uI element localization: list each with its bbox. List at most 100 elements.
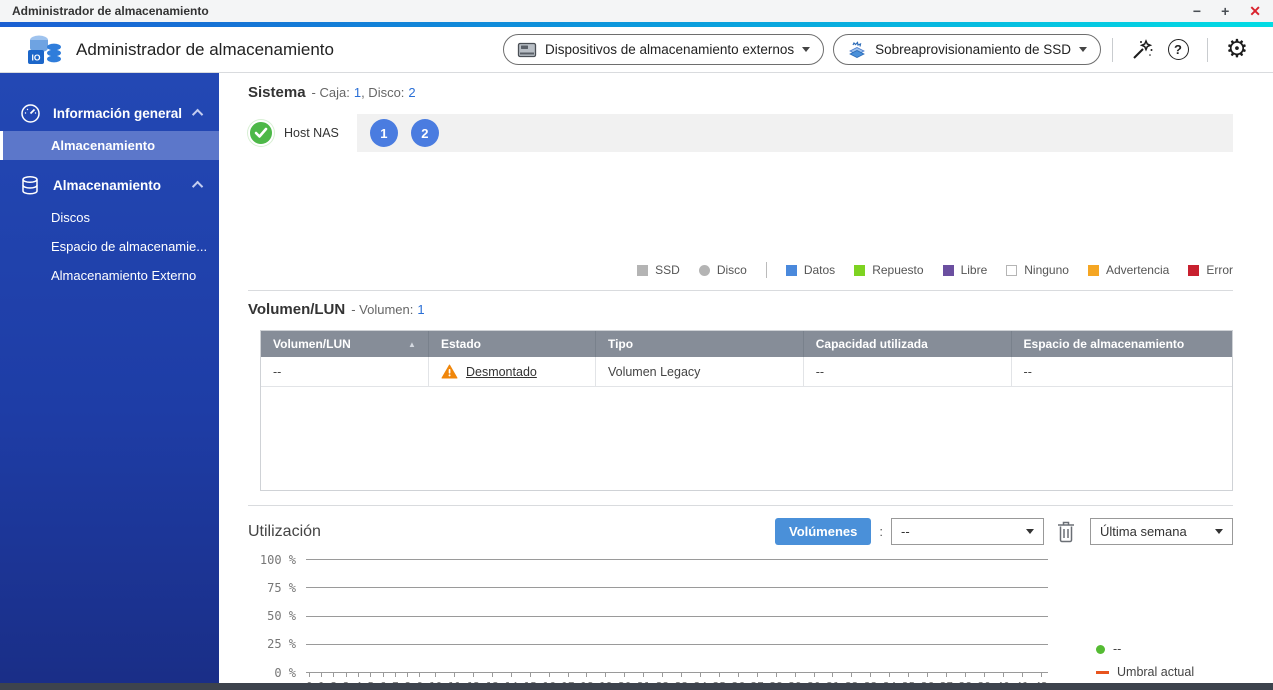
- x-axis-tick: 36: [921, 672, 934, 683]
- chart-legend-series: --: [1096, 642, 1194, 656]
- sidebar-item-label: Discos: [51, 210, 90, 225]
- sidebar-item-almacenamiento-externo[interactable]: Almacenamiento Externo: [0, 261, 219, 290]
- y-axis-tick-label: 25 %: [248, 637, 296, 651]
- sort-ascending-icon: ▲: [408, 340, 416, 349]
- cell-tipo: Volumen Legacy: [596, 357, 804, 386]
- gridline: 75 %: [306, 587, 1048, 588]
- column-header-espacio[interactable]: Espacio de almacenamiento: [1012, 331, 1232, 357]
- host-nas-row: Host NAS 1 2: [248, 114, 1233, 152]
- utilization-header: Utilización Volúmenes : --: [248, 518, 1233, 545]
- table-row[interactable]: -- Desmontado Volumen Legacy -- --: [261, 357, 1232, 387]
- sidebar-item-label: Espacio de almacenamie...: [51, 239, 207, 254]
- error-swatch: [1188, 265, 1199, 276]
- column-header-capacidad[interactable]: Capacidad utilizada: [804, 331, 1012, 357]
- column-header-volumen-lun[interactable]: Volumen/LUN▲: [261, 331, 429, 357]
- system-section-header: Sistema - Caja: 1 , Disco: 2: [248, 84, 1233, 101]
- sidebar-item-almacenamiento[interactable]: Almacenamiento: [0, 131, 219, 160]
- chevron-up-icon: [192, 181, 203, 192]
- legend-item-advertencia: Advertencia: [1088, 263, 1169, 277]
- volume-select[interactable]: --: [891, 518, 1044, 545]
- x-axis-tick: 35: [902, 672, 915, 683]
- header-divider: [1207, 38, 1208, 62]
- close-button[interactable]: ✕: [1249, 4, 1261, 18]
- enclosure-label: - Caja:: [312, 85, 350, 100]
- chart-x-axis: 0123456789101112131415161718192021222324…: [306, 672, 1048, 683]
- app-header: IO Administrador de almacenamiento Dispo…: [0, 27, 1273, 73]
- status-ok-icon: [248, 120, 274, 146]
- volume-table-header: Volumen/LUN▲ Estado Tipo Capacidad utili…: [261, 331, 1232, 357]
- x-axis-tick: 9: [417, 672, 424, 683]
- disk-badge-1[interactable]: 1: [370, 119, 398, 147]
- y-axis-tick-label: 100 %: [248, 553, 296, 567]
- legend-item-libre: Libre: [943, 263, 988, 277]
- minimize-button[interactable]: −: [1193, 4, 1201, 18]
- x-axis-tick: 41: [1016, 672, 1029, 683]
- wizard-wand-button[interactable]: [1128, 36, 1156, 64]
- gridline: 25 %: [306, 644, 1048, 645]
- column-header-estado[interactable]: Estado: [429, 331, 596, 357]
- settings-button[interactable]: ⚙: [1223, 36, 1251, 64]
- x-axis-tick: 18: [580, 672, 593, 683]
- window-bottom-border: [0, 683, 1273, 690]
- x-axis-tick: 25: [713, 672, 726, 683]
- none-swatch: [1006, 265, 1017, 276]
- chart-plot: 100 %75 %50 %25 %0 %: [306, 559, 1048, 672]
- window-title: Administrador de almacenamiento: [12, 4, 209, 18]
- x-axis-tick: 7: [392, 672, 399, 683]
- volume-section-title: Volumen/LUN: [248, 301, 345, 318]
- disk-badge-2[interactable]: 2: [411, 119, 439, 147]
- maximize-button[interactable]: +: [1221, 4, 1229, 18]
- x-axis-tick: 40: [997, 672, 1010, 683]
- utilization-chart: 100 %75 %50 %25 %0 % 0123456789101112131…: [248, 559, 1233, 683]
- volume-table: Volumen/LUN▲ Estado Tipo Capacidad utili…: [260, 330, 1233, 491]
- series-dot-icon: [1096, 645, 1105, 654]
- section-divider: [248, 505, 1233, 506]
- chevron-up-icon: [192, 109, 203, 120]
- chevron-down-icon: [1215, 529, 1223, 534]
- sidebar-group-label: Almacenamiento: [53, 178, 161, 193]
- data-swatch: [786, 265, 797, 276]
- magic-wand-icon: [1129, 37, 1155, 63]
- main-content: Sistema - Caja: 1 , Disco: 2 Host NAS 1 …: [219, 73, 1273, 683]
- legend-item-ssd: SSD: [637, 263, 680, 277]
- x-axis-tick: 2: [331, 672, 338, 683]
- svg-text:IO: IO: [32, 52, 41, 62]
- sidebar-group-label: Información general: [53, 106, 182, 121]
- x-axis-tick: 37: [940, 672, 953, 683]
- legend-item-datos: Datos: [786, 263, 835, 277]
- x-axis-tick: 3: [343, 672, 350, 683]
- estado-link[interactable]: Desmontado: [466, 365, 537, 379]
- help-button[interactable]: ?: [1164, 36, 1192, 64]
- sidebar-group-overview[interactable]: Información general: [0, 95, 219, 131]
- x-axis-tick: 24: [694, 672, 707, 683]
- x-axis-tick: 27: [751, 672, 764, 683]
- sidebar-group-storage[interactable]: Almacenamiento: [0, 167, 219, 203]
- ssd-overprovisioning-button[interactable]: Sobreaprovisionamiento de SSD: [833, 34, 1101, 65]
- y-axis-tick-label: 50 %: [248, 609, 296, 623]
- disk-swatch: [699, 265, 710, 276]
- column-header-tipo[interactable]: Tipo: [596, 331, 804, 357]
- period-select[interactable]: Última semana: [1090, 518, 1233, 545]
- volumes-button[interactable]: Volúmenes: [775, 518, 871, 545]
- x-axis-tick: 23: [675, 672, 688, 683]
- x-axis-tick: 21: [637, 672, 650, 683]
- ssd-stack-icon: [847, 41, 867, 59]
- sidebar-item-espacio[interactable]: Espacio de almacenamie...: [0, 232, 219, 261]
- chart-legend: -- Umbral actual: [1096, 559, 1194, 683]
- x-axis-tick: 4: [355, 672, 362, 683]
- x-axis-tick: 19: [599, 672, 612, 683]
- app-title: Administrador de almacenamiento: [76, 40, 334, 60]
- gear-icon: ⚙: [1226, 37, 1248, 62]
- colon-separator: :: [879, 524, 883, 539]
- x-axis-tick: 15: [524, 672, 537, 683]
- external-storage-devices-button[interactable]: Dispositivos de almacenamiento externos: [503, 34, 824, 65]
- chevron-down-icon: [1026, 529, 1034, 534]
- x-axis-tick: 17: [561, 672, 574, 683]
- sidebar: Información general Almacenamiento Almac…: [0, 73, 219, 683]
- x-axis-tick: 16: [543, 672, 556, 683]
- cell-volumen: --: [261, 357, 429, 386]
- sidebar-item-discos[interactable]: Discos: [0, 203, 219, 232]
- y-axis-tick-label: 0 %: [248, 666, 296, 680]
- clear-chart-button[interactable]: [1056, 520, 1076, 543]
- question-mark-icon: ?: [1168, 39, 1189, 60]
